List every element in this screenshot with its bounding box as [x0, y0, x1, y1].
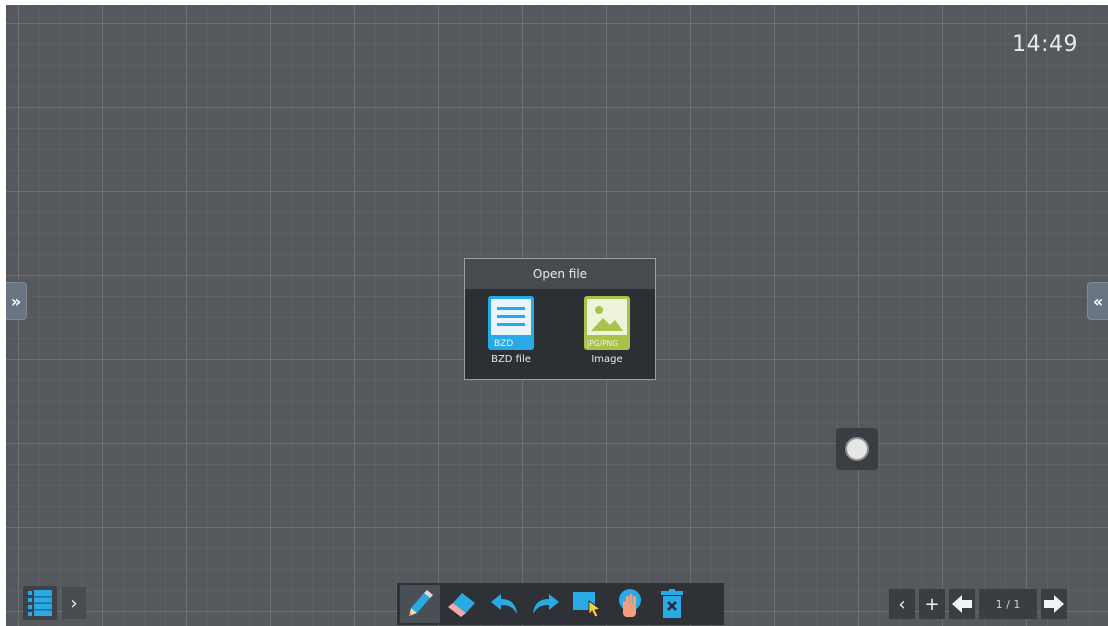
- floating-assist-button[interactable]: [836, 428, 878, 470]
- arrow-left-icon: [952, 595, 972, 613]
- image-file-icon: JPG/PNG: [584, 296, 630, 350]
- pen-tool-button[interactable]: [400, 585, 440, 623]
- next-page-button[interactable]: [1041, 589, 1067, 619]
- clock: 14:49: [1012, 32, 1078, 57]
- bzd-badge: BZD: [494, 339, 513, 349]
- assist-dot-icon: [847, 439, 867, 459]
- redo-button[interactable]: [526, 585, 566, 623]
- eraser-tool-button[interactable]: [442, 585, 482, 623]
- open-file-dialog: Open file BZD BZD file JPG/PNG Image: [464, 258, 656, 380]
- redo-icon: [533, 594, 559, 614]
- dialog-title: Open file: [465, 259, 655, 289]
- delete-tool-button[interactable]: [652, 585, 692, 623]
- arrow-right-icon: [1044, 595, 1064, 613]
- hand-icon: [619, 589, 641, 617]
- page-list-icon: [28, 590, 52, 616]
- undo-button[interactable]: [484, 585, 524, 623]
- whiteboard-canvas[interactable]: 14:49 » « Open file BZD BZD file JPG/PNG…: [6, 5, 1108, 626]
- page-navigator: ‹ + 1 / 1: [889, 588, 1071, 620]
- bzd-file-icon: BZD: [488, 296, 534, 350]
- select-icon: [573, 592, 601, 618]
- select-tool-button[interactable]: [568, 585, 608, 623]
- image-label: Image: [591, 354, 623, 365]
- hand-tool-button[interactable]: [610, 585, 650, 623]
- top-border: [0, 0, 1108, 5]
- left-panel-toggle[interactable]: »: [6, 282, 27, 320]
- right-panel-toggle[interactable]: «: [1087, 282, 1108, 320]
- undo-icon: [491, 594, 517, 614]
- page-indicator: 1 / 1: [979, 589, 1037, 619]
- bzd-file-label: BZD file: [491, 354, 531, 365]
- left-border: [0, 0, 6, 626]
- eraser-icon: [448, 593, 475, 617]
- drawing-toolbar: [397, 583, 724, 625]
- add-page-button[interactable]: +: [919, 589, 945, 619]
- back-page-button[interactable]: [949, 589, 975, 619]
- image-option[interactable]: JPG/PNG Image: [572, 296, 642, 365]
- expand-menu-button[interactable]: ›: [62, 587, 86, 619]
- previous-page-button[interactable]: ‹: [889, 589, 915, 619]
- image-badge: JPG/PNG: [586, 339, 618, 348]
- delete-icon: [661, 589, 683, 618]
- bzd-file-option[interactable]: BZD BZD file: [476, 296, 546, 365]
- page-list-button[interactable]: [23, 586, 57, 620]
- pen-icon: [409, 590, 433, 616]
